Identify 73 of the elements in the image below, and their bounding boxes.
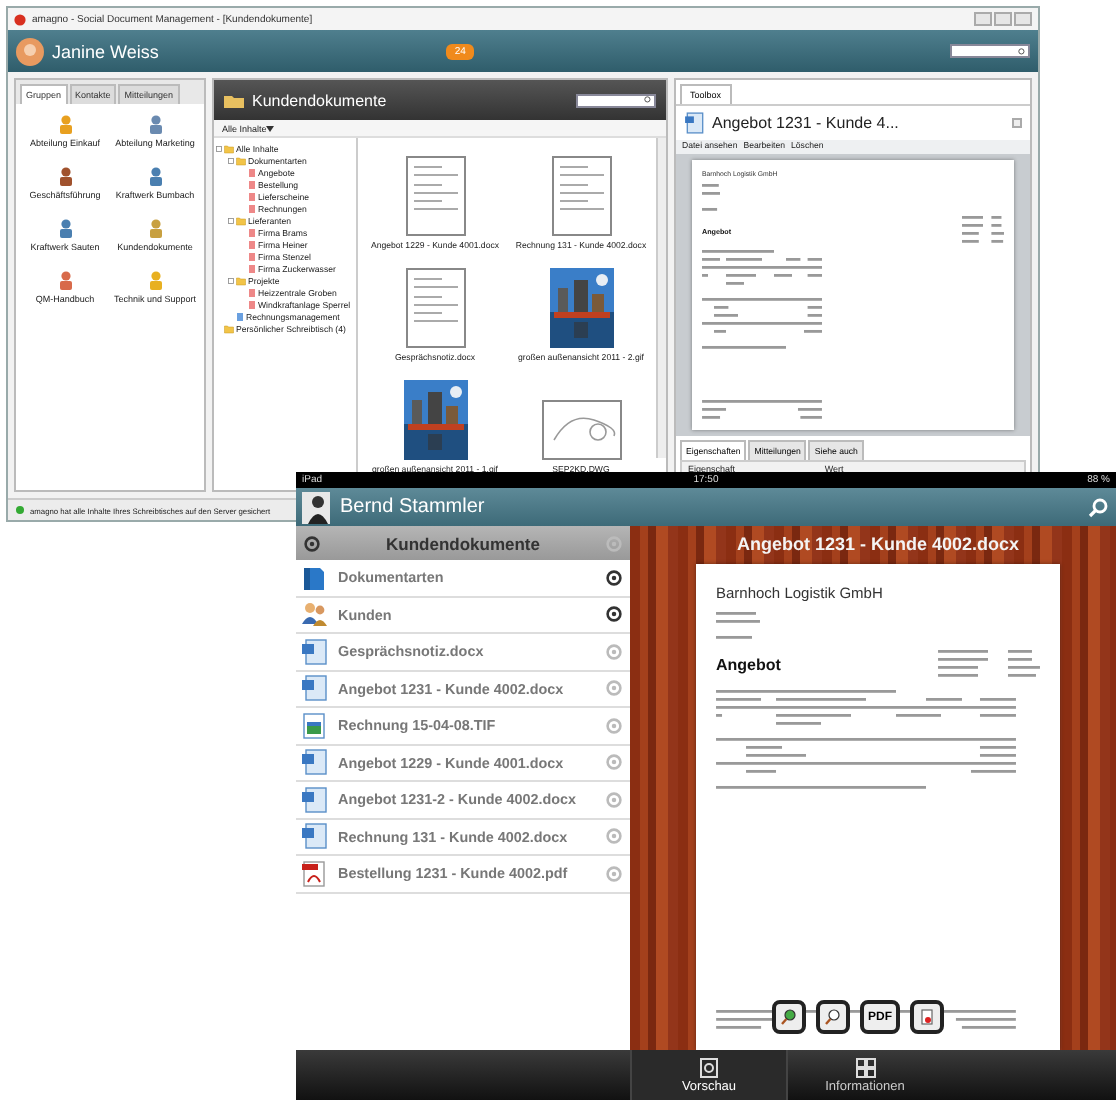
tool-button[interactable] — [910, 1000, 944, 1034]
chevron-circle-icon — [606, 754, 622, 771]
close-button[interactable] — [1014, 12, 1032, 26]
group-icon — [145, 166, 165, 186]
document-icon — [300, 748, 328, 777]
zoom-in-icon — [780, 1008, 798, 1026]
people-icon — [300, 600, 328, 629]
document-stamp-icon — [918, 1008, 936, 1026]
folder-icon — [224, 92, 244, 108]
binder-icon — [300, 563, 328, 592]
avatar-icon — [16, 37, 44, 65]
technical-drawing-thumbnail — [541, 400, 621, 460]
document-thumbnail — [405, 268, 465, 348]
search-icon — [1018, 47, 1026, 55]
group-icon — [55, 270, 75, 290]
group-icon — [145, 114, 165, 134]
collapse-icon — [228, 277, 234, 283]
offer-details — [938, 650, 1040, 680]
preview-icon — [700, 1057, 718, 1077]
caret-icon — [266, 125, 275, 131]
panel-title: Kundendokumente — [252, 91, 387, 109]
search-field[interactable] — [576, 93, 656, 107]
group-icon — [55, 114, 75, 134]
grid-icon — [855, 1057, 875, 1077]
offer-table-lines — [702, 250, 822, 352]
search-icon — [1088, 497, 1108, 517]
chevron-circle-icon — [606, 791, 622, 808]
tool-button[interactable] — [816, 1000, 850, 1034]
address-lines — [702, 183, 721, 212]
scrollbar[interactable] — [656, 138, 666, 458]
group-icon — [55, 166, 75, 186]
folder-icon — [236, 215, 246, 225]
group-icon — [55, 218, 75, 238]
offer-details — [961, 216, 1004, 246]
minimize-button[interactable] — [974, 12, 992, 26]
zoom-out-icon — [824, 1008, 842, 1026]
chevron-circle-icon — [606, 680, 622, 697]
document-icon — [300, 822, 328, 851]
folder-icon — [236, 275, 246, 285]
group-icon — [145, 218, 165, 238]
maximize-button[interactable] — [994, 12, 1012, 26]
group-icon — [145, 270, 165, 290]
chevron-circle-icon — [606, 569, 622, 586]
avatar-icon — [302, 491, 330, 523]
document-icon — [300, 785, 328, 814]
document-title: Angebot 1231 - Kunde 4002.docx — [736, 534, 1020, 554]
chevron-circle-icon — [304, 535, 320, 551]
search-icon — [644, 96, 652, 104]
chevron-circle-icon — [606, 643, 622, 660]
document-thumbnail — [405, 156, 465, 236]
status-dot — [16, 506, 24, 514]
user-name: Janine Weiss — [52, 41, 159, 61]
chevron-circle-icon — [606, 865, 622, 882]
chevron-circle-icon — [606, 828, 622, 845]
document-heading: Angebot — [716, 656, 781, 675]
document-icon — [300, 637, 328, 666]
tool-button[interactable] — [772, 1000, 806, 1034]
address-lines — [716, 612, 760, 641]
chevron-circle-icon — [606, 535, 622, 551]
collapse-icon — [228, 217, 234, 223]
document-icon — [684, 112, 706, 134]
chevron-circle-icon — [606, 717, 622, 734]
document-thumbnail — [551, 156, 611, 236]
footer-lines — [702, 399, 822, 420]
document-title: Angebot 1231 - Kunde 4... — [712, 114, 899, 132]
app-logo-icon — [14, 13, 26, 25]
collapse-button[interactable] — [1012, 118, 1022, 128]
search-field[interactable] — [950, 44, 1030, 58]
user-name: Bernd Stammler — [340, 496, 485, 518]
list-title: Kundendokumente — [384, 533, 542, 553]
chevron-circle-icon — [606, 606, 622, 623]
document-icon — [300, 674, 328, 703]
folder-icon — [224, 323, 234, 333]
